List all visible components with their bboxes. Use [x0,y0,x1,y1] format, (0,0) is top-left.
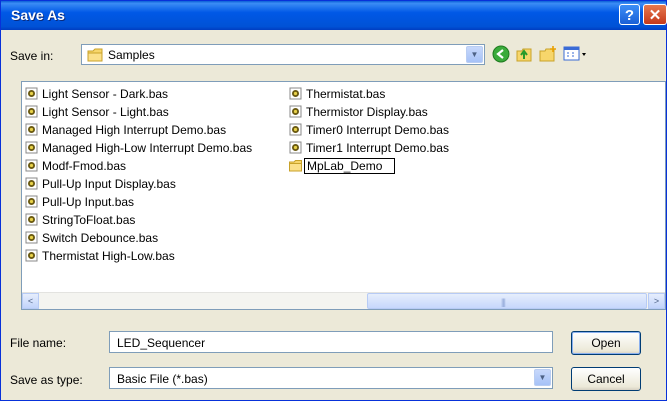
list-item[interactable]: Timer0 Interrupt Demo.bas [286,121,449,139]
scroll-right-button[interactable]: > [648,293,665,309]
save-as-dialog: Save As ? ✕ Save in: Samples ▼ Light Sen… [0,0,667,401]
help-button[interactable]: ? [619,4,640,25]
scroll-left-button[interactable]: < [22,293,39,309]
file-name-value: LED_Sequencer [117,336,206,350]
back-icon[interactable] [492,45,510,63]
chevron-down-icon[interactable]: ▼ [466,46,483,63]
file-name-label: File name: [10,336,67,350]
bas-file-icon [25,213,38,226]
list-item[interactable]: Thermistat.bas [286,85,449,103]
views-menu-icon[interactable] [563,45,589,63]
folder-icon [87,48,103,62]
save-in-label: Save in: [10,49,54,63]
horizontal-scrollbar[interactable]: < ||| > [22,292,665,309]
new-folder-icon[interactable] [538,45,558,63]
title-bar[interactable]: Save As ? ✕ [1,1,667,30]
bas-file-icon [25,231,38,244]
open-button[interactable]: Open [571,331,641,355]
list-item[interactable]: Managed High-Low Interrupt Demo.bas [22,139,252,157]
list-item[interactable]: Modf-Fmod.bas [22,157,252,175]
file-name-input[interactable]: LED_Sequencer [109,331,553,353]
file-column-2: Thermistat.bas Thermistor Display.bas Ti… [286,85,449,175]
save-in-dropdown[interactable]: Samples ▼ [81,44,485,65]
list-item[interactable]: Managed High Interrupt Demo.bas [22,121,252,139]
list-item[interactable]: Thermistor Display.bas [286,103,449,121]
folder-item[interactable]: MpLab_Demo [286,157,449,175]
folder-icon [289,160,302,172]
save-in-value: Samples [108,48,155,62]
bas-file-icon [289,87,302,100]
bas-file-icon [25,87,38,100]
list-item[interactable]: Timer1 Interrupt Demo.bas [286,139,449,157]
bas-file-icon [289,141,302,154]
bas-file-icon [289,123,302,136]
bas-file-icon [25,141,38,154]
save-as-type-label: Save as type: [10,373,83,387]
scroll-thumb[interactable]: ||| [367,293,647,309]
list-item[interactable]: Light Sensor - Dark.bas [22,85,252,103]
list-item[interactable]: Pull-Up Input.bas [22,193,252,211]
scroll-grip-icon: ||| [501,297,506,307]
bas-file-icon [25,177,38,190]
file-list[interactable]: Light Sensor - Dark.bas Light Sensor - L… [21,81,666,310]
bas-file-icon [25,123,38,136]
cancel-button[interactable]: Cancel [571,367,641,391]
save-as-type-dropdown[interactable]: Basic File (*.bas) ▼ [109,367,553,389]
list-item[interactable]: Switch Debounce.bas [22,229,252,247]
bas-file-icon [25,195,38,208]
bas-file-icon [25,105,38,118]
bas-file-icon [25,159,38,172]
list-item[interactable]: StringToFloat.bas [22,211,252,229]
file-column-1: Light Sensor - Dark.bas Light Sensor - L… [22,85,252,265]
list-item[interactable]: Thermistat High-Low.bas [22,247,252,265]
close-button[interactable]: ✕ [643,4,667,25]
up-folder-icon[interactable] [515,45,533,63]
bas-file-icon [289,105,302,118]
list-item[interactable]: Pull-Up Input Display.bas [22,175,252,193]
list-item[interactable]: Light Sensor - Light.bas [22,103,252,121]
chevron-down-icon[interactable]: ▼ [534,369,551,386]
bas-file-icon [25,249,38,262]
save-as-type-value: Basic File (*.bas) [117,372,208,386]
dialog-title: Save As [11,7,65,23]
